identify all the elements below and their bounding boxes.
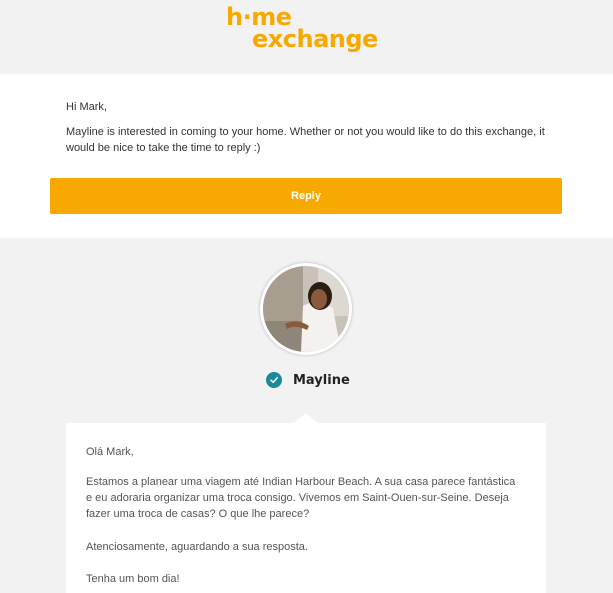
sender-name[interactable]: Mayline <box>293 373 350 388</box>
avatar[interactable] <box>260 263 352 355</box>
check-badge-icon <box>266 372 282 388</box>
message-paragraph: Estamos a planear uma viagem até Indian … <box>86 476 516 520</box>
message-signoff: Tenha um bom dia! <box>86 573 180 585</box>
message-pointer <box>294 413 318 423</box>
reply-button[interactable]: Reply <box>50 178 562 214</box>
logo-line-2: exchange <box>252 25 378 53</box>
sender-row: Mayline <box>266 371 350 389</box>
greeting-text: Hi Mark, <box>66 101 107 113</box>
message-card: Olá Mark, Estamos a planear uma viagem a… <box>66 423 546 593</box>
message-closing: Atenciosamente, aguardando a sua respost… <box>86 541 308 553</box>
notice-card: Hi Mark, Mayline is interested in coming… <box>0 74 613 238</box>
message-salutation: Olá Mark, <box>86 446 134 458</box>
homeexchange-logo[interactable]: h·me exchange <box>224 2 389 54</box>
intro-text: Mayline is interested in coming to your … <box>66 126 545 154</box>
email-header: h·me exchange <box>0 0 613 74</box>
profile-photo <box>263 266 349 352</box>
